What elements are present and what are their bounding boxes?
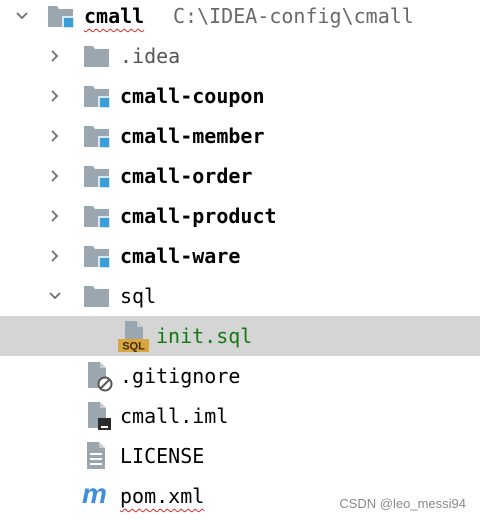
chevron-right-icon[interactable]	[47, 208, 63, 224]
tree-row-root[interactable]: cmall C:\IDEA-config\cmall	[0, 0, 480, 36]
module-folder-icon	[48, 6, 75, 29]
ignored-file-icon	[88, 362, 113, 392]
tree-row-cmall-order[interactable]: cmall-order	[0, 156, 480, 196]
tree-row-cmall-product[interactable]: cmall-product	[0, 196, 480, 236]
tree-row-cmall-iml[interactable]: cmall.iml	[0, 396, 480, 436]
tree-item-label: pom.xml	[120, 484, 205, 508]
tree-row-sql[interactable]: sql	[0, 276, 480, 316]
tree-item-label: cmall-order	[120, 164, 253, 188]
tree-item-label: LICENSE	[120, 444, 205, 468]
chevron-right-icon[interactable]	[47, 248, 63, 264]
tree-item-label: sql	[120, 284, 157, 308]
tree-item-label: cmall.iml	[120, 404, 229, 428]
tree-item-label: cmall-ware	[120, 244, 241, 268]
sql-badge-text: SQL	[122, 341, 145, 353]
project-path: C:\IDEA-config\cmall	[173, 4, 414, 28]
watermark: CSDN @leo_messi94	[339, 496, 466, 511]
tree-item-label: cmall-product	[120, 204, 277, 228]
chevron-right-icon[interactable]	[47, 128, 63, 144]
tree-item-label: cmall-coupon	[120, 84, 265, 108]
module-folder-icon	[84, 246, 111, 269]
chevron-right-icon[interactable]	[47, 168, 63, 184]
tree-row-cmall-coupon[interactable]: cmall-coupon	[0, 76, 480, 116]
folder-icon	[84, 46, 109, 67]
chevron-down-icon[interactable]	[47, 288, 63, 304]
tree-row-gitignore[interactable]: .gitignore	[0, 356, 480, 396]
folder-icon	[84, 286, 109, 307]
project-name: cmall	[84, 4, 145, 28]
maven-icon: m	[82, 478, 107, 509]
sql-file-icon: SQL	[118, 321, 149, 353]
chevron-right-icon[interactable]	[47, 88, 63, 104]
chevron-right-icon[interactable]	[47, 48, 63, 64]
chevron-down-icon[interactable]	[14, 8, 30, 24]
tree-item-label: .gitignore	[120, 364, 241, 388]
tree-item-label: cmall-member	[120, 124, 265, 148]
tree-row-license[interactable]: LICENSE	[0, 436, 480, 476]
module-folder-icon	[84, 126, 111, 149]
module-folder-icon	[84, 166, 111, 189]
tree-row-idea[interactable]: .idea	[0, 36, 480, 76]
tree-row-cmall-member[interactable]: cmall-member	[0, 116, 480, 156]
text-file-icon	[87, 442, 105, 469]
tree-item-label: init.sql	[156, 324, 253, 348]
module-folder-icon	[84, 86, 111, 109]
iml-file-icon	[88, 402, 111, 430]
tree-row-init-sql[interactable]: SQL init.sql	[0, 316, 480, 356]
tree-item-label: .idea	[120, 44, 181, 68]
tree-row-cmall-ware[interactable]: cmall-ware	[0, 236, 480, 276]
module-folder-icon	[84, 206, 111, 229]
